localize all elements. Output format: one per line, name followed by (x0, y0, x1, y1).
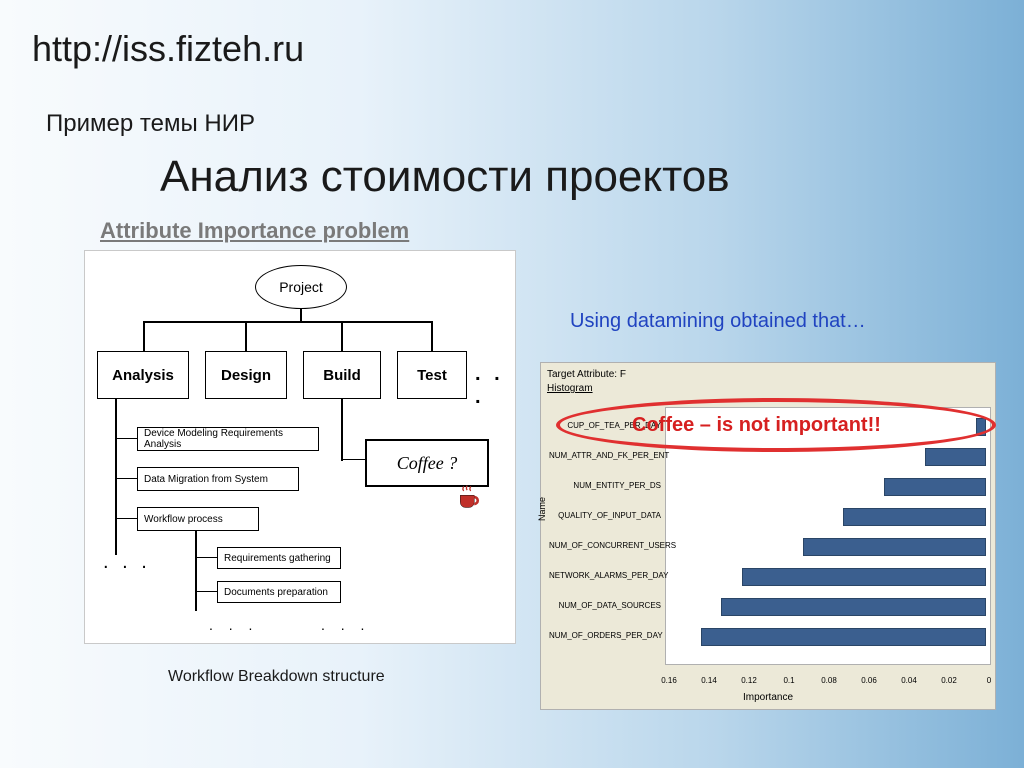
cat-6: NUM_OF_DATA_SOURCES (549, 601, 661, 611)
ellipsis-right: . . . (321, 617, 370, 633)
tick-4: 0.08 (821, 676, 837, 685)
phase-design: Design (205, 351, 287, 399)
datamining-note: Using datamining obtained that… (570, 310, 866, 333)
chart-hist-label: Histogram (547, 383, 593, 394)
bar-1 (925, 448, 986, 466)
attribute-heading: Attribute Importance problem (100, 218, 409, 244)
task-documents: Documents preparation (217, 581, 341, 603)
tick-1: 0.14 (701, 676, 717, 685)
project-node: Project (255, 265, 347, 309)
bar-6 (721, 598, 986, 616)
url-text: http://iss.fizteh.ru (32, 28, 304, 70)
coffee-callout-text: Coffee – is not important (632, 414, 868, 436)
ellipsis-left: . . . (103, 551, 151, 574)
slide: http://iss.fizteh.ru Пример темы НИР Ана… (0, 0, 1024, 768)
cat-3: QUALITY_OF_INPUT_DATA (549, 511, 661, 521)
chart-yaxis: Name (537, 497, 547, 521)
subtitle: Пример темы НИР (46, 110, 255, 138)
task-data-migration: Data Migration from System (137, 467, 299, 491)
tick-0: 0.16 (661, 676, 677, 685)
phase-test: Test (397, 351, 467, 399)
bar-7 (701, 628, 986, 646)
tick-7: 0.02 (941, 676, 957, 685)
coffee-callout: Coffee – is not important!! (632, 414, 881, 437)
coffee-node: Coffee ? (365, 439, 489, 487)
bar-2 (884, 478, 986, 496)
workflow-diagram: Project Analysis Design Build Test . . .… (84, 250, 516, 644)
phase-analysis: Analysis (97, 351, 189, 399)
main-title: Анализ стоимости проектов (160, 152, 730, 202)
task-device-modeling: Device Modeling Requirements Analysis (137, 427, 319, 451)
wbs-caption: Workflow Breakdown structure (168, 668, 385, 686)
phase-build: Build (303, 351, 381, 399)
chart-xaxis: Importance (541, 692, 995, 703)
cat-1: NUM_ATTR_AND_FK_PER_ENT (549, 451, 661, 461)
phase-dots: . . . (475, 363, 515, 409)
coffee-callout-bang: !! (868, 414, 881, 436)
task-requirements: Requirements gathering (217, 547, 341, 569)
tick-2: 0.12 (741, 676, 757, 685)
tick-8: 0 (987, 676, 991, 685)
task-workflow: Workflow process (137, 507, 259, 531)
tick-5: 0.06 (861, 676, 877, 685)
tick-6: 0.04 (901, 676, 917, 685)
bar-4 (803, 538, 986, 556)
bar-3 (843, 508, 986, 526)
ellipsis-mid: . . . (209, 617, 258, 633)
cat-7: NUM_OF_ORDERS_PER_DAY (549, 631, 661, 641)
cat-4: NUM_OF_CONCURRENT_USERS (549, 541, 661, 551)
coffee-cup-icon (455, 483, 483, 511)
cat-5: NETWORK_ALARMS_PER_DAY (549, 571, 661, 581)
bar-5 (742, 568, 986, 586)
tick-3: 0.1 (783, 676, 794, 685)
chart-target-label: Target Attribute: F (547, 369, 626, 380)
cat-2: NUM_ENTITY_PER_DS (549, 481, 661, 491)
